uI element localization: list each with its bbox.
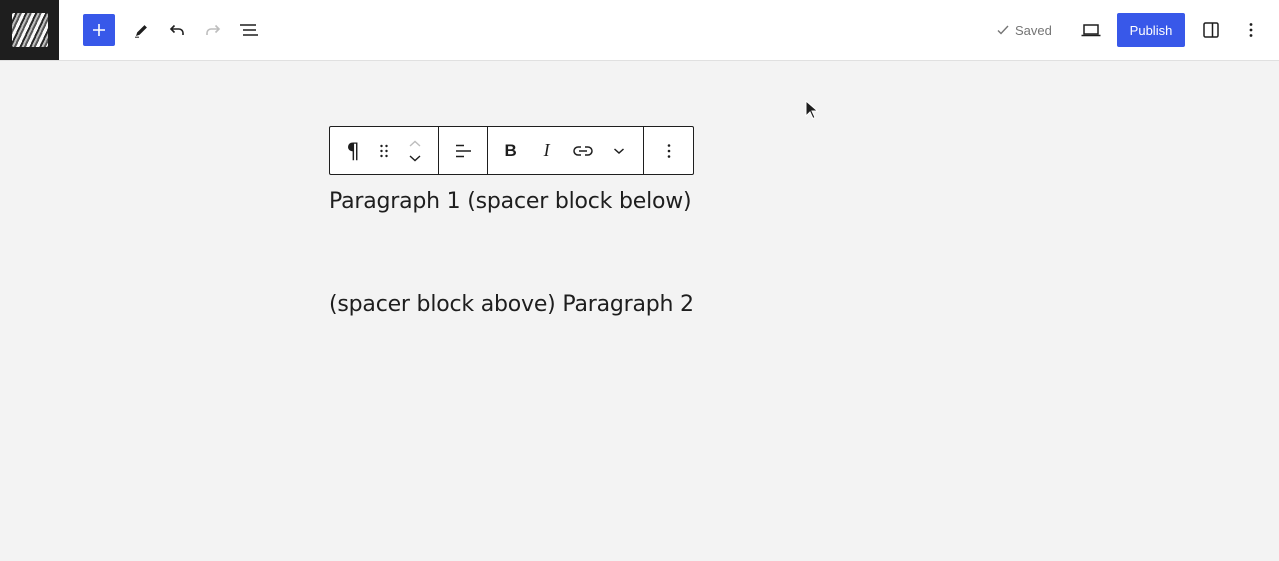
saved-status: Saved [996, 20, 1052, 40]
block-inserter-button[interactable] [83, 14, 115, 46]
options-button[interactable] [1235, 14, 1267, 46]
publish-button[interactable]: Publish [1117, 13, 1185, 47]
undo-button[interactable] [161, 14, 193, 46]
link-button[interactable] [560, 127, 606, 174]
check-icon [997, 25, 1009, 35]
undo-icon [169, 24, 184, 35]
block-toolbar: ¶ B I [329, 126, 694, 175]
more-vertical-icon [667, 143, 670, 158]
preview-button[interactable] [1075, 14, 1107, 46]
chevron-down-icon [409, 154, 421, 161]
block-mover [400, 127, 430, 174]
align-button[interactable] [439, 127, 487, 174]
drag-handle[interactable] [376, 127, 392, 174]
more-formatting-button[interactable] [606, 127, 632, 174]
mouse-cursor-icon [805, 100, 819, 120]
alignment-group [439, 127, 488, 174]
paragraph-block-icon[interactable]: ¶ [330, 127, 376, 174]
paragraph-block-1[interactable]: Paragraph 1 (spacer block below) [329, 189, 692, 214]
align-left-icon [455, 144, 471, 157]
link-icon [572, 145, 593, 156]
plus-icon [93, 24, 105, 36]
paragraph-block-2[interactable]: (spacer block above) Paragraph 2 [329, 292, 694, 317]
site-logo-image [11, 13, 48, 47]
drag-handle-icon [380, 144, 388, 157]
editor-header: Saved Publish [0, 0, 1279, 61]
settings-button[interactable] [1195, 14, 1227, 46]
tools-button[interactable] [125, 14, 157, 46]
block-options-button[interactable] [644, 127, 693, 174]
italic-button[interactable]: I [534, 127, 560, 174]
move-up-button[interactable] [408, 137, 422, 151]
bold-button[interactable]: B [488, 127, 534, 174]
pencil-icon [135, 25, 147, 38]
redo-button[interactable] [197, 14, 229, 46]
list-view-icon [240, 24, 258, 36]
redo-icon [206, 24, 221, 35]
formatting-group: B I [488, 127, 644, 174]
list-view-button[interactable] [233, 14, 265, 46]
laptop-icon [1081, 24, 1101, 37]
chevron-down-icon [613, 147, 624, 154]
saved-label: Saved [1015, 22, 1052, 38]
site-icon-button[interactable] [0, 0, 59, 60]
sidebar-panel-icon [1203, 22, 1219, 38]
chevron-up-icon [409, 140, 421, 147]
block-parent-group: ¶ [330, 127, 439, 174]
move-down-button[interactable] [408, 151, 422, 165]
block-options-group [644, 127, 693, 174]
more-vertical-icon [1249, 23, 1253, 37]
